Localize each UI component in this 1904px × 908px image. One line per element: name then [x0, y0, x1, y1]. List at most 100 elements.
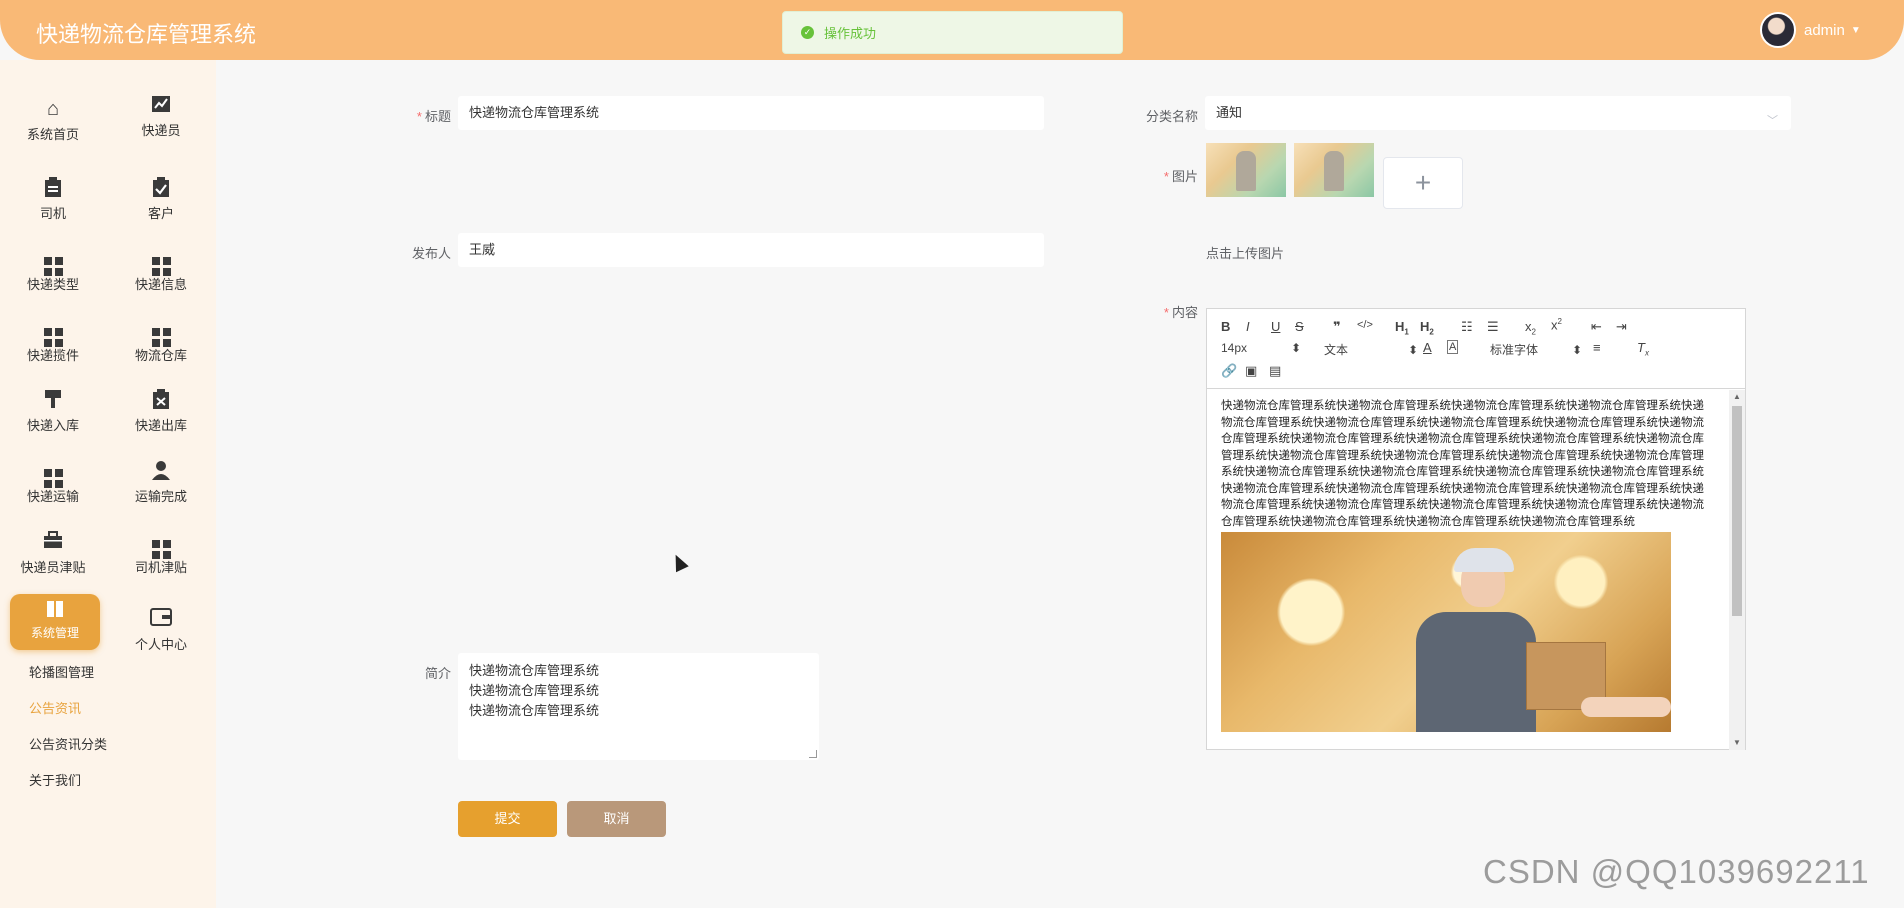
sidebar-item-system-management[interactable]: 系统管理: [10, 594, 100, 650]
upload-button[interactable]: +: [1383, 157, 1463, 209]
align-icon[interactable]: ≡: [1593, 340, 1601, 355]
sidebar-item-warehouse[interactable]: 物流仓库: [111, 319, 211, 379]
sidebar-item-label: 快递揽件: [26, 348, 79, 363]
grid-icon: [42, 248, 64, 276]
video-icon[interactable]: ▤: [1269, 363, 1281, 379]
bullet-list-icon[interactable]: ☰: [1487, 319, 1499, 335]
title-label-text: 标题: [424, 109, 451, 124]
sidebar-item-outbound[interactable]: 快递出库: [111, 389, 211, 449]
intro-line: 快递物流仓库管理系统: [469, 683, 600, 698]
grid-icon: [42, 319, 64, 347]
required-mark: *: [1163, 305, 1169, 320]
submit-button[interactable]: 提交: [458, 801, 557, 837]
font-size-value: 14px: [1221, 341, 1248, 355]
required-mark: *: [1163, 169, 1169, 184]
sidebar-item-home[interactable]: ⌂ 系统首页: [3, 98, 103, 158]
courier-figure-body: [1416, 612, 1536, 732]
required-mark: *: [416, 109, 422, 124]
cancel-button[interactable]: 取消: [567, 801, 666, 837]
link-icon[interactable]: 🔗: [1221, 363, 1237, 379]
ordered-list-icon[interactable]: ☷: [1461, 319, 1473, 335]
avatar[interactable]: [1760, 12, 1796, 48]
sidebar-item-pickup[interactable]: 快递揽件: [3, 319, 103, 379]
scrollbar-thumb[interactable]: [1732, 406, 1742, 616]
app-title: 快递物流仓库管理系统: [36, 22, 257, 47]
category-value: 通知: [1216, 105, 1243, 120]
heading-1-icon[interactable]: H1: [1395, 319, 1409, 337]
scroll-up-icon[interactable]: ▲: [1733, 392, 1741, 401]
sidebar-item-personal-center[interactable]: 个人中心: [111, 608, 211, 668]
upload-tip: 点击上传图片: [1206, 246, 1285, 261]
italic-icon[interactable]: I: [1246, 319, 1250, 334]
sidebar-item-transport[interactable]: 快递运输: [3, 460, 103, 520]
image-label: * 图片: [1150, 166, 1198, 185]
intro-line: 快递物流仓库管理系统: [469, 703, 600, 718]
sidebar-item-express-info[interactable]: 快递信息: [111, 248, 211, 308]
font-family-value: 标准字体: [1490, 343, 1539, 357]
success-toast: ✓ 操作成功: [782, 11, 1123, 54]
sidebar-item-driver[interactable]: 司机: [3, 177, 103, 237]
chevron-down-icon[interactable]: ▼: [1851, 25, 1861, 36]
publisher-input[interactable]: 王威: [458, 233, 1044, 267]
font-family-select[interactable]: 标准字体 ⬍: [1490, 341, 1582, 358]
blockquote-icon[interactable]: ❞: [1333, 319, 1341, 335]
clear-format-icon[interactable]: Tx: [1637, 340, 1649, 358]
sidebar-item-label: 物流仓库: [134, 348, 187, 363]
sub-item-announcements[interactable]: 公告资讯: [29, 698, 81, 717]
briefcase-icon: [42, 531, 64, 553]
scroll-down-icon[interactable]: ▼: [1733, 738, 1741, 747]
grid-icon: [150, 319, 172, 347]
brush-icon: [42, 389, 64, 411]
editor-scrollbar[interactable]: ▲ ▼: [1729, 390, 1745, 750]
sidebar-item-label: 司机津贴: [134, 560, 187, 575]
sub-item-about-us[interactable]: 关于我们: [29, 770, 81, 789]
sidebar-item-label: 系统管理: [30, 626, 79, 640]
sidebar-item-label: 运输完成: [134, 489, 187, 504]
text-type-select[interactable]: 文本 ⬍: [1324, 341, 1418, 358]
font-size-select[interactable]: 14px ⬍: [1221, 341, 1301, 355]
watermark: CSDN @QQ1039692211: [1483, 853, 1870, 890]
courier-figure-cap: [1454, 548, 1514, 572]
grid-icon: [42, 460, 64, 488]
uploaded-image-thumbnail[interactable]: [1294, 143, 1374, 197]
home-icon: ⌂: [46, 98, 60, 120]
sidebar-item-express-type[interactable]: 快递类型: [3, 248, 103, 308]
sidebar-item-transport-done[interactable]: 运输完成: [111, 460, 211, 520]
code-block-icon[interactable]: </>: [1357, 319, 1373, 331]
uploaded-image-thumbnail[interactable]: [1206, 143, 1286, 197]
user-menu[interactable]: admin ▼: [1760, 12, 1861, 48]
category-select[interactable]: 通知 ﹀: [1205, 96, 1791, 130]
sidebar-item-customer[interactable]: 客户: [111, 177, 211, 237]
outdent-icon[interactable]: ⇤: [1591, 319, 1602, 335]
clipboard-icon: [42, 177, 64, 199]
intro-textarea[interactable]: 快递物流仓库管理系统 快递物流仓库管理系统 快递物流仓库管理系统: [458, 653, 819, 760]
clipboard-check-icon: [150, 177, 172, 199]
username[interactable]: admin: [1804, 22, 1845, 39]
sidebar-item-label: 快递入库: [26, 418, 79, 433]
editor-content-text: 快递物流仓库管理系统快递物流仓库管理系统快递物流仓库管理系统快递物流仓库管理系统…: [1221, 400, 1704, 528]
sidebar-item-inbound[interactable]: 快递入库: [3, 389, 103, 449]
background-color-icon[interactable]: A: [1447, 340, 1459, 354]
check-circle-icon: ✓: [801, 26, 814, 39]
indent-icon[interactable]: ⇥: [1616, 319, 1627, 335]
wallet-icon: [150, 608, 172, 630]
title-input[interactable]: 快递物流仓库管理系统: [458, 96, 1044, 130]
superscript-icon[interactable]: x2: [1551, 317, 1562, 332]
subscript-icon[interactable]: x2: [1525, 319, 1536, 337]
sidebar-item-courier-allowance[interactable]: 快递员津贴: [3, 531, 103, 591]
font-color-icon[interactable]: A: [1423, 340, 1432, 355]
heading-2-icon[interactable]: H2: [1420, 319, 1434, 337]
image-icon[interactable]: ▣: [1245, 363, 1257, 379]
sub-item-carousel[interactable]: 轮播图管理: [29, 662, 94, 681]
sub-item-announcement-category[interactable]: 公告资讯分类: [29, 734, 107, 753]
sidebar-item-courier[interactable]: 快递员: [111, 94, 211, 154]
editor-content[interactable]: 快递物流仓库管理系统快递物流仓库管理系统快递物流仓库管理系统快递物流仓库管理系统…: [1207, 390, 1727, 750]
user-icon: [150, 460, 172, 482]
rich-text-editor[interactable]: B I U S ❞ </> H1 H2 ☷ ☰ x2 x2 ⇤ ⇥ 14px ⬍ …: [1206, 308, 1746, 750]
underline-icon[interactable]: U: [1271, 319, 1280, 334]
strikethrough-icon[interactable]: S: [1295, 319, 1304, 334]
bold-icon[interactable]: B: [1221, 319, 1230, 334]
resize-handle[interactable]: [809, 750, 817, 758]
publisher-label: 发布人: [411, 246, 451, 261]
sidebar-item-driver-allowance[interactable]: 司机津贴: [111, 531, 211, 591]
